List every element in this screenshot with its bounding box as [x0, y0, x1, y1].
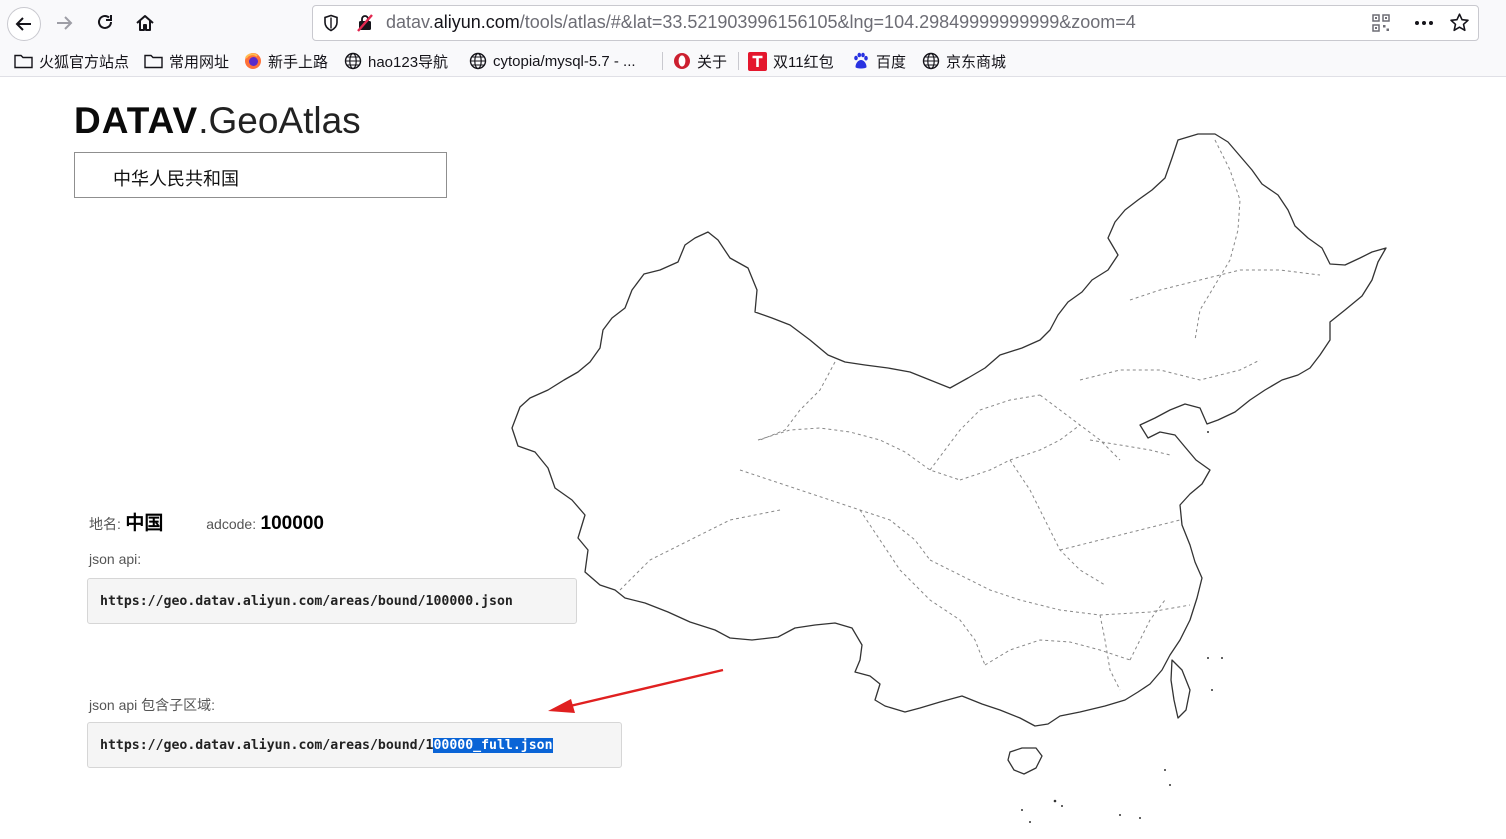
- annotation-arrow-icon: [548, 668, 724, 713]
